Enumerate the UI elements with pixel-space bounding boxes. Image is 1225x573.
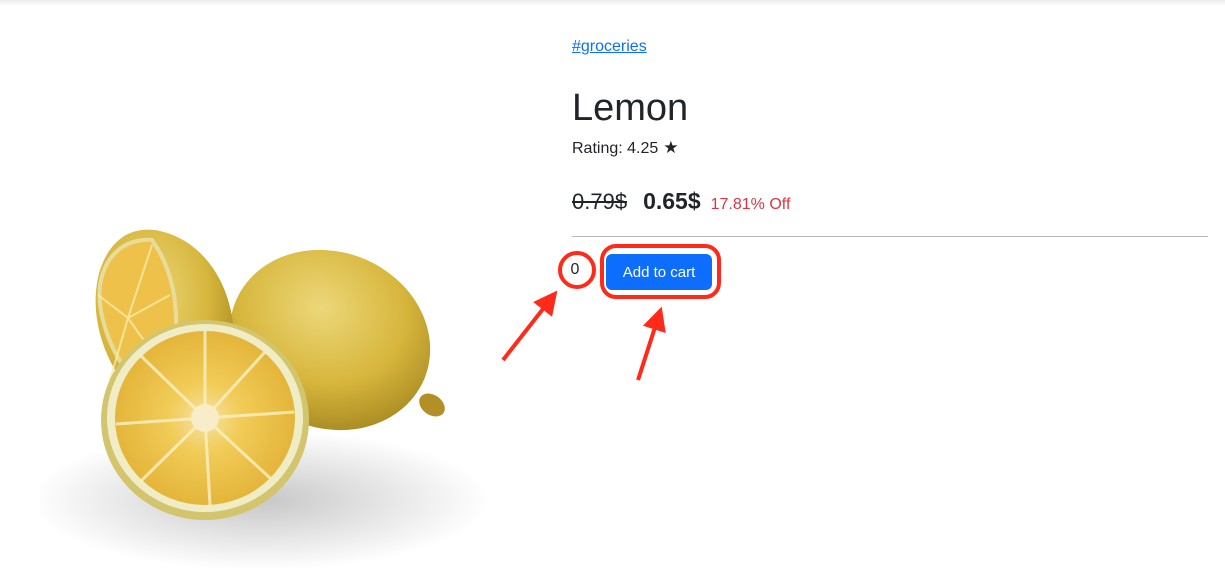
discount-badge: 17.81% Off <box>710 196 791 213</box>
new-price: 0.65$ <box>643 188 701 214</box>
rating: Rating: 4.25 ★ <box>572 138 679 158</box>
lemon-photo <box>30 229 490 570</box>
half-lemon-front <box>101 320 309 520</box>
product-title: Lemon <box>572 87 689 129</box>
price-row: 0.79$ 0.65$ 17.81% Off <box>572 188 790 215</box>
quantity-display: 0 <box>570 261 580 278</box>
category-link[interactable]: #groceries <box>572 38 647 56</box>
star-icon: ★ <box>663 138 679 157</box>
divider <box>572 236 1208 237</box>
rating-label: Rating: 4.25 <box>572 140 659 157</box>
add-to-cart-button[interactable]: Add to cart <box>606 254 712 290</box>
product-details: #groceries Lemon Rating: 4.25 ★ 0.79$ 0.6… <box>571 0 1208 568</box>
old-price: 0.79$ <box>572 189 628 214</box>
product-image <box>30 200 520 570</box>
